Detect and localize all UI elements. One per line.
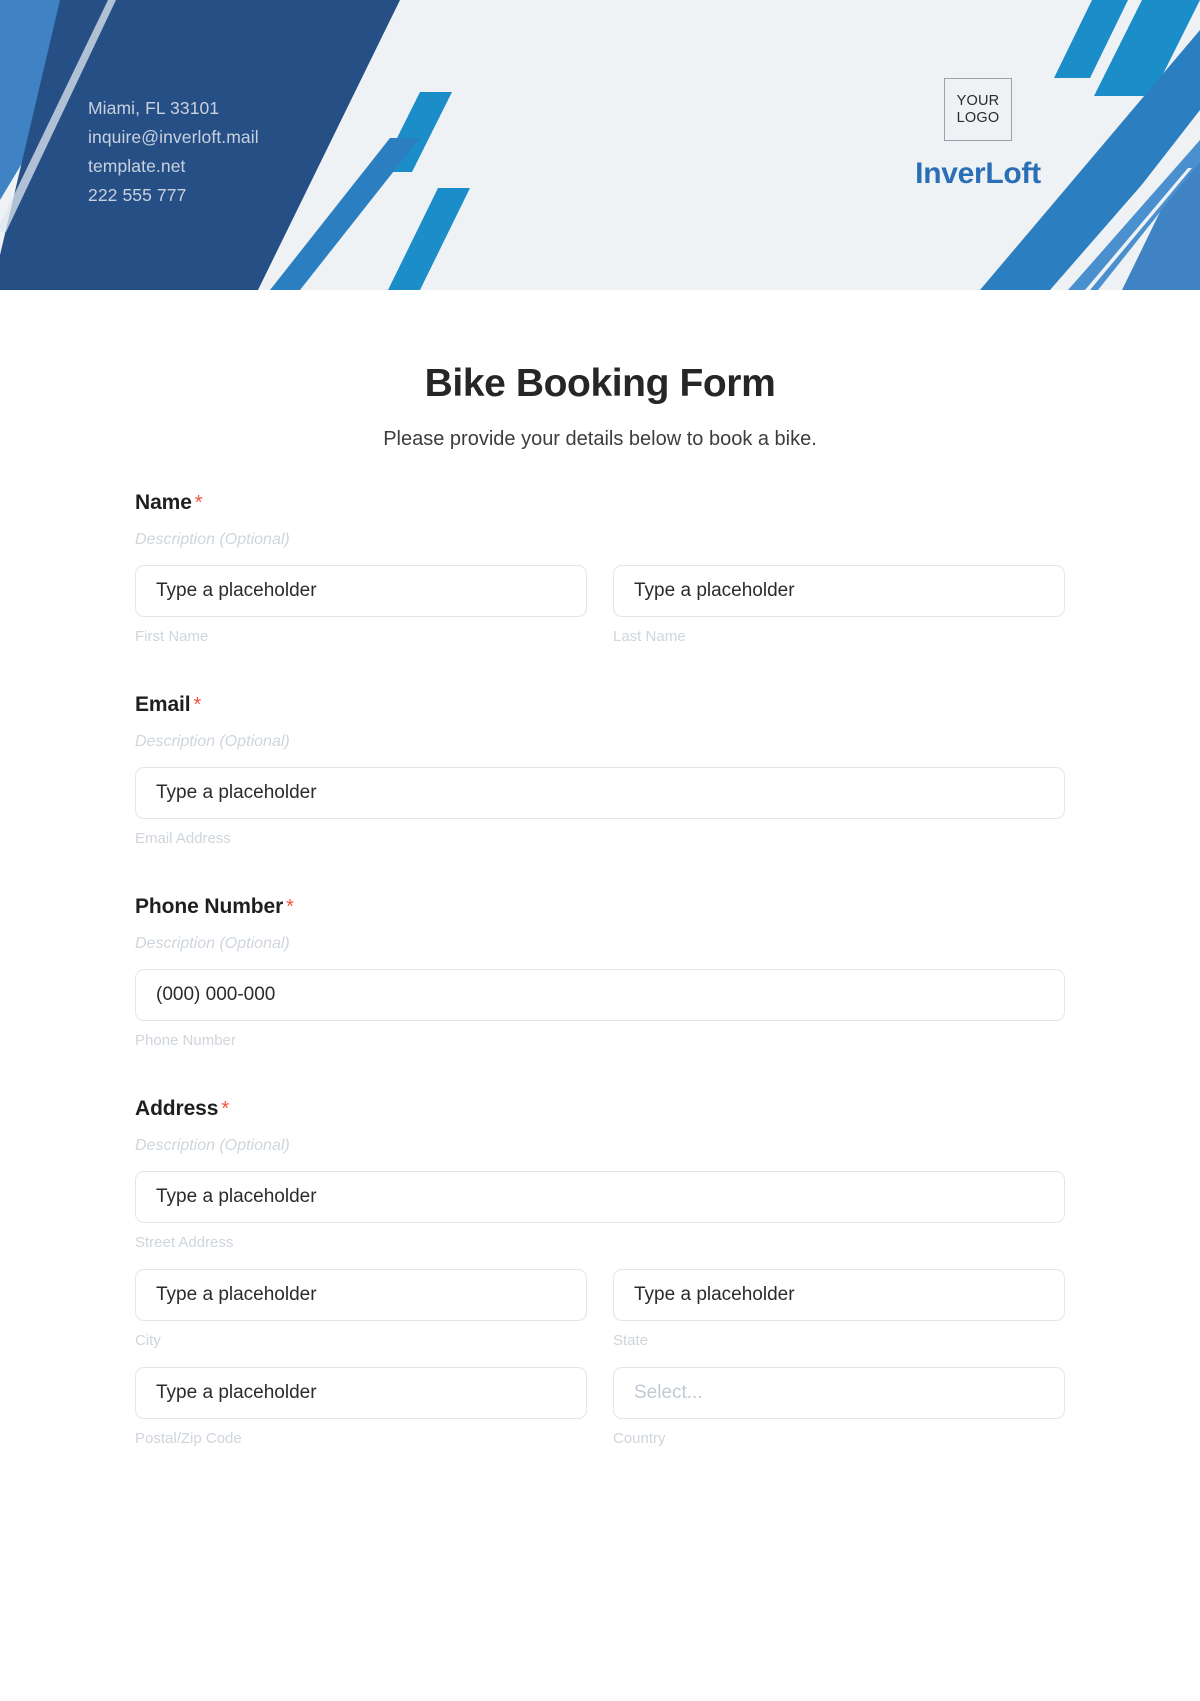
sub-label-state: State <box>613 1332 649 1349</box>
field-row: Type a placeholder Postal/Zip Code Select.… <box>135 1367 1065 1447</box>
page-title: Bike Booking Form <box>424 362 776 405</box>
field-label-text: Phone Number <box>135 895 284 918</box>
sub-label-street-address: Street Address <box>135 1234 234 1251</box>
contact-line-phone: 222 555 777 <box>88 185 187 205</box>
field-description-email: Description (Optional) <box>135 733 290 750</box>
field-label-address: Address * <box>135 1097 1065 1121</box>
field-description-phone-number: Description (Optional) <box>135 935 290 952</box>
logo-text-your: YOUR <box>956 92 1000 109</box>
field-row: Type a placeholder Email Address <box>135 767 1065 847</box>
logo-placeholder-box: YOUR LOGO <box>944 78 1012 141</box>
input-city[interactable]: Type a placeholder <box>135 1269 587 1321</box>
sub-label-postal-zip-code: Postal/Zip Code <box>135 1430 242 1447</box>
field-label-text: Name <box>135 491 192 514</box>
brand-name: InverLoft <box>915 157 1041 190</box>
required-asterisk: * <box>193 694 202 716</box>
field-col-state: Type a placeholder State <box>613 1269 1065 1367</box>
field-row: (000) 000-000 Phone Number <box>135 969 1065 1049</box>
input-state[interactable]: Type a placeholder <box>613 1269 1065 1321</box>
field-row: Type a placeholder City Type a placeholder… <box>135 1269 1065 1367</box>
field-label-text: Email <box>135 693 191 716</box>
field-label-name: Name * <box>135 491 1065 515</box>
sub-label-city: City <box>135 1332 161 1349</box>
select-country[interactable]: Select... <box>613 1367 1065 1419</box>
form-fields-container: Name * Description (Optional) Type a placeh… <box>135 451 1065 1447</box>
field-col-email-address: Type a placeholder Email Address <box>135 767 1065 847</box>
field-row: Type a placeholder First Name Type a place… <box>135 565 1065 645</box>
input-phone-number[interactable]: (000) 000-000 <box>135 969 1065 1021</box>
form-title-block: Bike Booking Form Please provide your de… <box>0 362 1200 451</box>
sub-label-country: Country <box>613 1430 666 1447</box>
input-first-name[interactable]: Type a placeholder <box>135 565 587 617</box>
field-col-postal-zip-code: Type a placeholder Postal/Zip Code <box>135 1367 587 1447</box>
field-group-email: Email * Description (Optional) Type a place… <box>135 693 1065 847</box>
form-page-body: Bike Booking Form Please provide your de… <box>0 362 1200 1447</box>
contact-line-website: template.net <box>88 156 186 176</box>
sub-label-first-name: First Name <box>135 628 209 645</box>
input-street-address[interactable]: Type a placeholder <box>135 1171 1065 1223</box>
input-postal-zip-code[interactable]: Type a placeholder <box>135 1367 587 1419</box>
field-row: Type a placeholder Street Address <box>135 1171 1065 1269</box>
field-col-first-name: Type a placeholder First Name <box>135 565 587 645</box>
field-col-city: Type a placeholder City <box>135 1269 587 1367</box>
field-col-street-address: Type a placeholder Street Address <box>135 1171 1065 1269</box>
sub-label-email-address: Email Address <box>135 830 231 847</box>
page-subtitle: Please provide your details below to boo… <box>383 428 817 450</box>
field-group-name: Name * Description (Optional) Type a placeh… <box>135 491 1065 645</box>
field-label-text: Address <box>135 1097 219 1120</box>
field-description-name: Description (Optional) <box>135 531 290 548</box>
field-group-address: Address * Description (Optional) Type a pla… <box>135 1097 1065 1447</box>
required-asterisk: * <box>194 492 203 514</box>
input-last-name[interactable]: Type a placeholder <box>613 565 1065 617</box>
contact-line-address: Miami, FL 33101 <box>88 98 220 118</box>
field-col-phone-number: (000) 000-000 Phone Number <box>135 969 1065 1049</box>
logo-text-logo: LOGO <box>956 109 1000 126</box>
field-col-last-name: Type a placeholder Last Name <box>613 565 1065 645</box>
required-asterisk: * <box>221 1098 230 1120</box>
field-col-country: Select... Country <box>613 1367 1065 1447</box>
contact-line-email: inquire@inverloft.mail <box>88 127 259 147</box>
sub-label-phone-number: Phone Number <box>135 1032 236 1049</box>
field-label-phone-number: Phone Number * <box>135 895 1065 919</box>
required-asterisk: * <box>286 896 294 918</box>
page-header-banner: Miami, FL 33101 inquire@inverloft.mail t… <box>0 0 1200 290</box>
field-group-phone-number: Phone Number * Description (Optional) (000)… <box>135 895 1065 1049</box>
contact-info-block: Miami, FL 33101 inquire@inverloft.mail t… <box>88 94 259 210</box>
field-label-email: Email * <box>135 693 1065 717</box>
sub-label-last-name: Last Name <box>613 628 686 645</box>
brand-block: YOUR LOGO InverLoft <box>878 78 1078 191</box>
input-email-address[interactable]: Type a placeholder <box>135 767 1065 819</box>
field-description-address: Description (Optional) <box>135 1137 290 1154</box>
